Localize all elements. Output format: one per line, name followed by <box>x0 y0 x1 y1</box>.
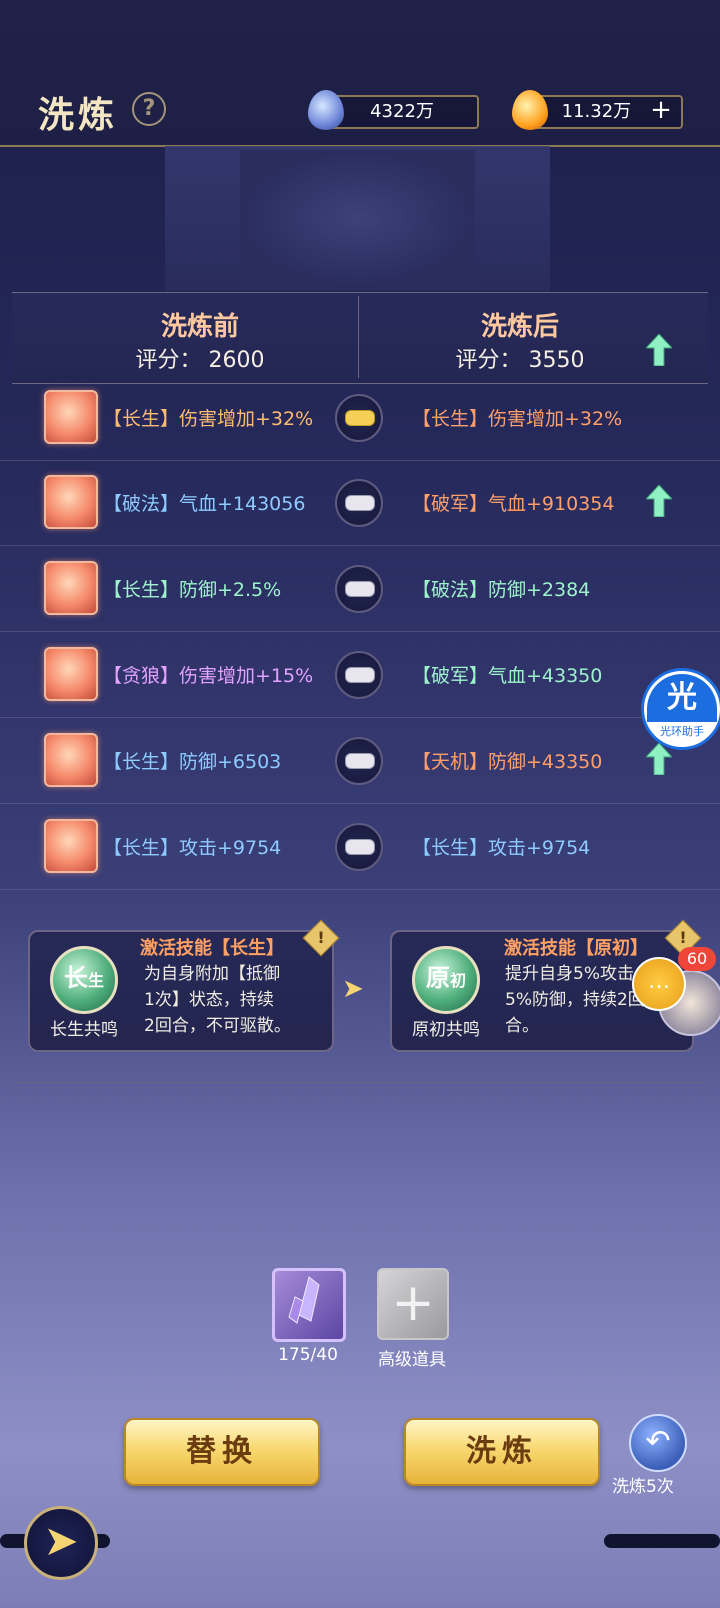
chat-count-badge: 60 <box>678 947 716 971</box>
skill-label: 长生共鸣 <box>50 1020 118 1040</box>
undo-icon[interactable]: ↶ <box>629 1414 687 1472</box>
after-score: 评分： 3550 <box>455 348 585 373</box>
flame-icon <box>512 90 548 130</box>
flame-currency-text: 11.32万 <box>561 101 632 122</box>
crystal-currency-value: 4322万 <box>325 95 479 129</box>
skill-desc-line-1: 为自身附加【抵御 <box>144 964 280 984</box>
refine-button[interactable]: 洗炼 <box>404 1418 600 1486</box>
lock-bar <box>345 667 375 683</box>
attribute-before: 【长生】防御+2.5% <box>103 579 282 601</box>
lock-icon-locked[interactable] <box>335 394 383 442</box>
attribute-before: 【贪狼】伤害增加+15% <box>103 665 314 687</box>
skill-orb-subtext: 初 <box>449 971 466 990</box>
attribute-before: 【长生】伤害增加+32% <box>103 408 314 430</box>
skill-orb-subtext: 生 <box>87 971 104 990</box>
skill-desc-line-2: 5%防御，持续2回 <box>505 990 645 1010</box>
equipment-icon[interactable] <box>44 647 98 701</box>
skill-orb-yuanchu: 原初 <box>412 946 480 1014</box>
attribute-after: 【破军】气血+910354 <box>412 493 615 515</box>
attribute-after: 【天机】防御+43350 <box>412 751 603 773</box>
skill-title: 激活技能【原初】 <box>504 938 648 959</box>
attribute-before: 【长生】防御+6503 <box>103 751 282 773</box>
skill-orb-text: 原 <box>425 963 450 992</box>
skill-desc-line-3: 2回合，不可驱散。 <box>144 1016 291 1036</box>
attribute-before: 【长生】攻击+9754 <box>103 837 282 859</box>
item-count: 175/40 <box>278 1345 338 1365</box>
arrow-right-icon: ➤ <box>342 974 364 1004</box>
equipment-icon[interactable] <box>44 390 98 444</box>
attribute-after: 【长生】攻击+9754 <box>412 837 591 859</box>
lock-icon[interactable] <box>335 737 383 785</box>
score-divider <box>358 296 359 378</box>
add-item-slot[interactable]: + <box>377 1268 449 1340</box>
equipment-icon[interactable] <box>44 475 98 529</box>
before-score: 评分： 2600 <box>135 348 265 373</box>
lock-bar <box>345 753 375 769</box>
equipment-icon[interactable] <box>44 733 98 787</box>
crystal-item-slot[interactable] <box>272 1268 346 1342</box>
attribute-after: 【长生】伤害增加+32% <box>412 408 623 430</box>
lock-icon[interactable] <box>335 565 383 613</box>
replace-button[interactable]: 替换 <box>124 1418 320 1486</box>
lock-bar <box>345 839 375 855</box>
skill-desc-line-2: 1次】状态，持续 <box>144 990 274 1010</box>
skill-orb-changsheng: 长生 <box>50 946 118 1014</box>
back-arrow-icon[interactable]: ➤ <box>24 1506 98 1580</box>
lock-bar <box>345 410 375 426</box>
up-arrow-icon <box>646 485 672 517</box>
question-icon[interactable]: ? <box>132 92 166 126</box>
divider <box>14 1082 706 1083</box>
assistant-label: 光环助手 <box>660 725 704 738</box>
attribute-after: 【破法】防御+2384 <box>412 579 591 601</box>
skill-desc-line-1: 提升自身5%攻击 <box>505 964 634 984</box>
after-title: 洗炼后 <box>480 312 559 342</box>
equipment-icon[interactable] <box>44 561 98 615</box>
up-arrow-icon <box>646 334 672 366</box>
emblem-decoration <box>240 150 475 285</box>
lock-bar <box>345 581 375 597</box>
lock-icon[interactable] <box>335 823 383 871</box>
assistant-float-button[interactable]: 光 光环助手 <box>641 668 720 750</box>
equipment-icon[interactable] <box>44 819 98 873</box>
attribute-before: 【破法】气血+143056 <box>103 493 306 515</box>
skill-desc-line-3: 合。 <box>505 1016 539 1036</box>
crystal-icon <box>308 90 344 130</box>
refine-five-label[interactable]: 洗炼5次 <box>612 1472 712 1497</box>
bottom-bar-right <box>604 1534 720 1548</box>
crystal-item-icon <box>288 1276 320 1324</box>
skill-orb-text: 长 <box>63 963 88 992</box>
page-title: 洗炼 <box>38 94 119 136</box>
lock-bar <box>345 495 375 511</box>
item-label: 高级道具 <box>378 1350 446 1370</box>
plus-icon: + <box>391 1273 435 1333</box>
assistant-icon: 光 <box>647 674 717 722</box>
chat-bubble-icon[interactable]: … <box>632 957 686 1011</box>
skill-title: 激活技能【长生】 <box>140 938 284 959</box>
lock-icon[interactable] <box>335 479 383 527</box>
skill-label: 原初共鸣 <box>412 1020 480 1040</box>
lock-icon[interactable] <box>335 651 383 699</box>
plus-icon[interactable]: + <box>648 97 674 123</box>
attribute-after: 【破军】气血+43350 <box>412 665 603 687</box>
before-title: 洗炼前 <box>160 312 239 342</box>
